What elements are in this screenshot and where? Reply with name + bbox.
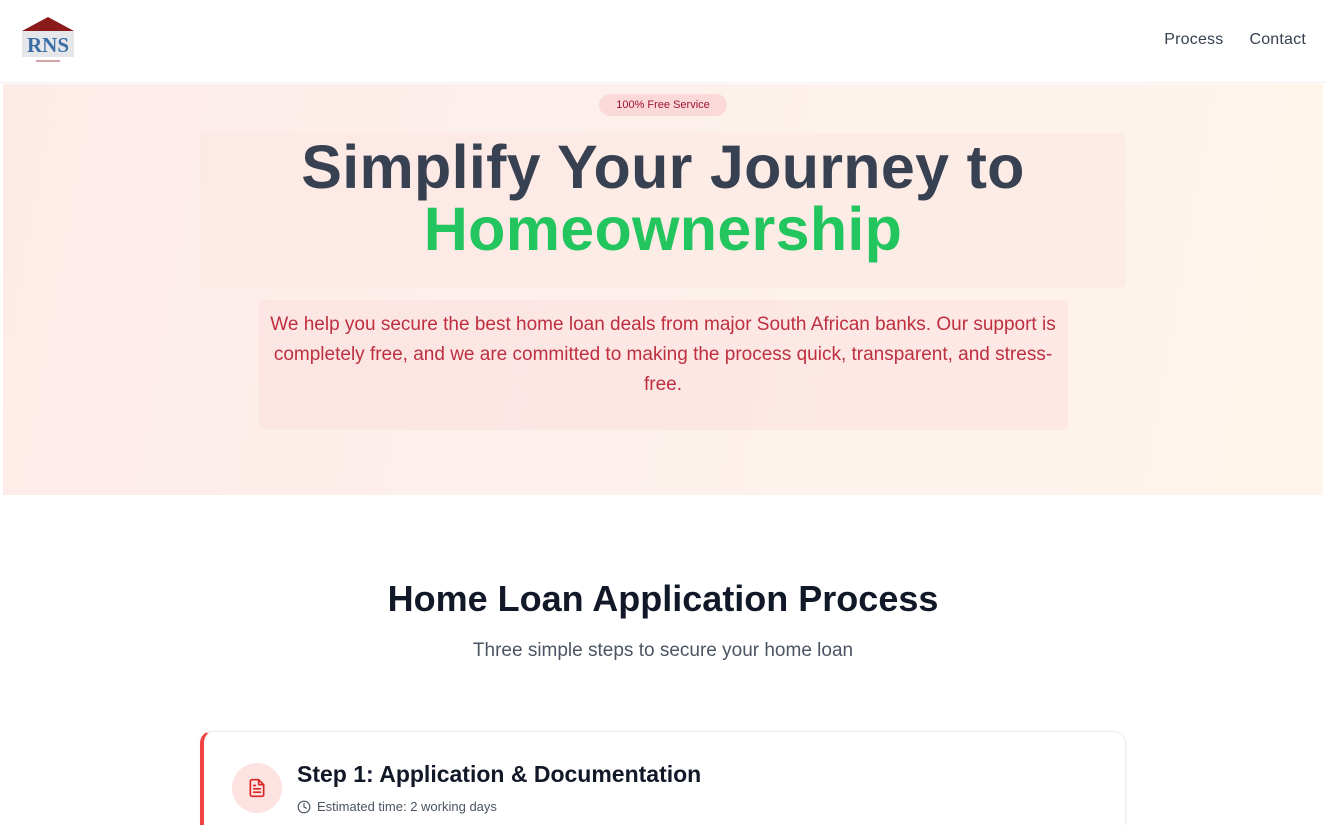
- step-icon-circle: [232, 763, 282, 813]
- step-estimated-time: Estimated time: 2 working days: [297, 799, 497, 814]
- step-title: Step 1: Application & Documentation: [297, 761, 702, 787]
- hero-title: Simplify Your Journey to Homeownership: [200, 136, 1126, 260]
- hero-title-accent: Homeownership: [423, 195, 903, 263]
- step-card[interactable]: Step 1: Application & Documentation Esti…: [200, 731, 1126, 825]
- main-nav: Process Contact: [1164, 31, 1306, 49]
- nav-contact-link[interactable]: Contact: [1249, 31, 1306, 49]
- process-section-subtitle: Three simple steps to secure your home l…: [472, 640, 854, 661]
- rns-logo[interactable]: RNS: [18, 16, 78, 66]
- document-icon: [249, 778, 265, 798]
- hero-title-line: Simplify Your Journey to: [301, 133, 1025, 201]
- clock-icon: [297, 800, 311, 813]
- svg-text:RNS: RNS: [27, 33, 69, 57]
- site-header: RNS Process Contact: [0, 0, 1326, 83]
- process-section-title: Home Loan Application Process: [387, 578, 939, 619]
- step-time-label: Estimated time: 2 working days: [317, 799, 497, 814]
- free-service-badge: 100% Free Service: [599, 94, 727, 116]
- nav-process-link[interactable]: Process: [1164, 31, 1223, 49]
- hero-description: We help you secure the best home loan de…: [270, 314, 1056, 395]
- logo-icon: RNS: [22, 17, 74, 62]
